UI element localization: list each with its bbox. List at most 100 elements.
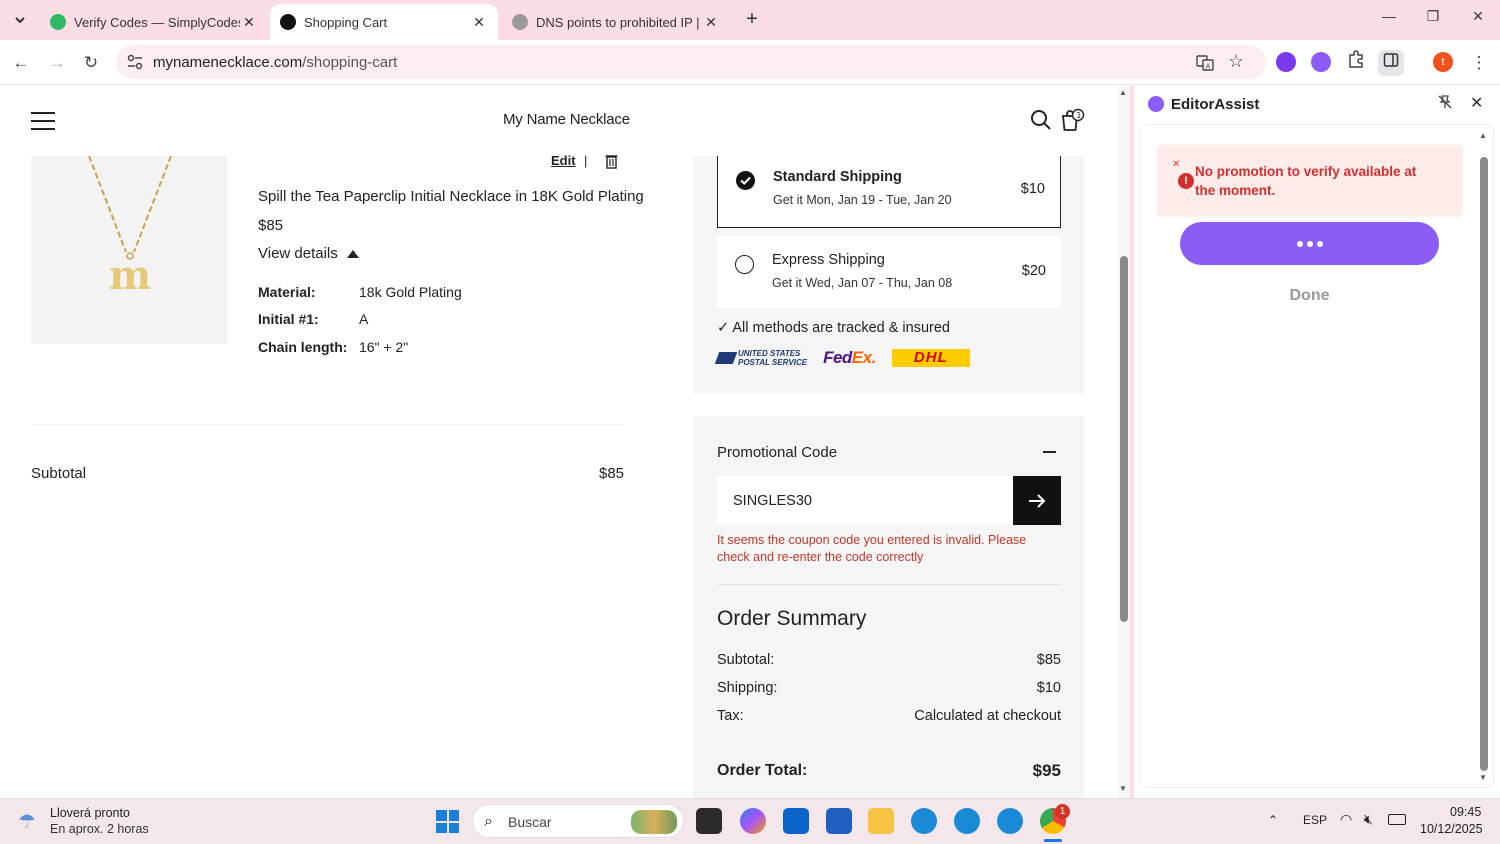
battery-icon[interactable] xyxy=(1388,814,1406,825)
done-button[interactable]: Done xyxy=(1180,287,1439,305)
hamburger-menu-icon[interactable] xyxy=(31,112,55,130)
close-tab-icon[interactable]: ✕ xyxy=(470,14,488,31)
search-icon[interactable] xyxy=(1030,109,1052,131)
close-window-icon[interactable]: ✕ xyxy=(1463,8,1493,25)
editorassist-logo-icon xyxy=(1148,96,1164,112)
loading-dot-icon xyxy=(1296,240,1303,247)
tracked-insured-note: ✓ All methods are tracked & insured xyxy=(717,320,950,336)
editorassist-extension-icon[interactable] xyxy=(1311,52,1331,72)
shipping-price: $20 xyxy=(1021,263,1046,279)
clock-date[interactable]: 10/12/2025 xyxy=(1420,822,1483,836)
svg-text:A: A xyxy=(1206,63,1211,71)
bookmark-star-icon[interactable]: ☆ xyxy=(1228,51,1244,72)
forward-arrow-icon[interactable]: → xyxy=(44,50,70,76)
rain-cloud-icon[interactable]: ☂ xyxy=(18,809,36,834)
promo-error-message: It seems the coupon code you entered is … xyxy=(717,533,1027,564)
usps-eagle-icon xyxy=(714,352,738,364)
edge-icon[interactable] xyxy=(997,808,1023,834)
order-total-value: $95 xyxy=(1032,761,1061,780)
speaker-muted-icon[interactable]: 🔇︎ xyxy=(1364,811,1373,828)
dhl-logo: DHL xyxy=(891,349,970,367)
clock-time[interactable]: 09:45 xyxy=(1450,805,1481,819)
shipping-name: Express Shipping xyxy=(772,252,885,268)
loading-dot-icon xyxy=(1306,240,1313,247)
browser-toolbar: ← → ↻ mynamenecklace.com/shopping-cart A… xyxy=(0,40,1500,85)
reload-icon[interactable]: ↻ xyxy=(78,50,104,76)
promo-title: Promotional Code xyxy=(717,444,838,461)
microsoft-store-icon[interactable] xyxy=(826,808,852,834)
promo-code-input[interactable] xyxy=(717,476,1013,525)
taskbar-search[interactable]: ⌕ Buscar xyxy=(472,804,684,838)
separator: | xyxy=(584,153,588,168)
edge-icon[interactable] xyxy=(911,808,937,834)
weather-subtitle[interactable]: En aprox. 2 horas xyxy=(50,822,149,836)
tab-search-menu-button[interactable] xyxy=(8,8,32,32)
summary-tax-label: Tax: xyxy=(717,708,744,724)
tab-verify-codes[interactable]: Verify Codes — SimplyCodes ✕ xyxy=(40,4,268,40)
puzzle-extensions-icon[interactable] xyxy=(1343,50,1369,76)
address-bar[interactable]: mynamenecklace.com/shopping-cart A ☆ xyxy=(116,45,1266,79)
summary-subtotal-label: Subtotal: xyxy=(717,652,775,668)
minimize-window-icon[interactable]: — xyxy=(1374,8,1404,24)
globe-favicon-icon xyxy=(512,14,528,30)
close-tab-icon[interactable]: ✕ xyxy=(702,14,720,31)
outlook-icon[interactable] xyxy=(783,808,809,834)
radio-unchecked-icon[interactable] xyxy=(735,255,754,274)
shipping-price: $10 xyxy=(1020,181,1045,197)
task-view-icon[interactable] xyxy=(696,808,722,834)
windows-start-icon[interactable] xyxy=(436,810,459,833)
shipping-option-standard[interactable]: Standard Shipping Get it Mon, Jan 19 - T… xyxy=(717,156,1061,228)
unpin-icon[interactable] xyxy=(1438,95,1452,112)
restore-window-icon[interactable]: ❐ xyxy=(1418,8,1448,25)
copilot-icon[interactable] xyxy=(740,808,766,834)
site-settings-icon[interactable] xyxy=(126,53,144,71)
tab-dns-error[interactable]: DNS points to prohibited IP | gi ✕ xyxy=(502,4,730,40)
cart-subtotal-value: $85 xyxy=(599,465,625,482)
shipping-option-express[interactable]: Express Shipping Get it Wed, Jan 07 - Th… xyxy=(717,236,1061,308)
wifi-icon[interactable]: ◠ xyxy=(1340,811,1352,828)
show-hidden-icons-chevron-icon[interactable]: ⌃ xyxy=(1268,813,1278,827)
scroll-up-arrow-icon[interactable]: ▲ xyxy=(1119,88,1127,97)
collapse-minus-icon[interactable] xyxy=(1043,451,1056,453)
dismiss-toast-icon[interactable]: ✕ xyxy=(1172,159,1180,170)
edge-icon[interactable] xyxy=(954,808,980,834)
site-logo[interactable]: My Name Necklace xyxy=(503,111,630,128)
view-details-toggle[interactable]: View details xyxy=(258,245,359,262)
edit-item-link[interactable]: Edit xyxy=(551,153,576,168)
apply-code-button[interactable] xyxy=(1013,476,1061,525)
close-panel-icon[interactable]: ✕ xyxy=(1470,93,1483,113)
side-panel-toggle-icon[interactable] xyxy=(1378,50,1404,76)
input-language[interactable]: ESP xyxy=(1303,813,1327,827)
kebab-menu-icon[interactable]: ⋮ xyxy=(1466,50,1492,76)
radio-checked-icon[interactable] xyxy=(736,171,755,190)
error-toast: ✕ ! No promotion to verify available at … xyxy=(1158,145,1462,215)
browser-tab-strip: Verify Codes — SimplyCodes ✕ Shopping Ca… xyxy=(0,0,1500,40)
product-name[interactable]: Spill the Tea Paperclip Initial Necklace… xyxy=(258,188,644,205)
side-panel-scrollbar[interactable]: ▲ ▼ xyxy=(1479,131,1489,783)
caret-up-icon xyxy=(346,249,359,258)
file-explorer-icon[interactable] xyxy=(868,808,894,834)
scroll-down-arrow-icon[interactable]: ▼ xyxy=(1479,773,1487,782)
product-image[interactable]: m xyxy=(31,155,227,344)
new-tab-button[interactable]: + xyxy=(740,8,764,31)
carrier-logos: UNITED STATES POSTAL SERVICE FedEx. DHL xyxy=(714,348,970,368)
trash-icon[interactable] xyxy=(605,154,618,169)
heart-favicon-icon xyxy=(280,14,296,30)
scroll-up-arrow-icon[interactable]: ▲ xyxy=(1479,131,1487,140)
page-scrollbar[interactable]: ▲ ▼ xyxy=(1118,86,1130,798)
shopping-bag-icon[interactable]: 1 xyxy=(1060,108,1086,132)
side-panel-scrollbar-thumb[interactable] xyxy=(1480,157,1488,771)
scroll-down-arrow-icon[interactable]: ▼ xyxy=(1119,784,1127,793)
page-scrollbar-thumb[interactable] xyxy=(1120,256,1128,622)
back-arrow-icon[interactable]: ← xyxy=(8,50,34,76)
ublock-extension-icon[interactable] xyxy=(1276,52,1296,72)
spec-label-material: Material: xyxy=(258,284,316,300)
summary-tax-value: Calculated at checkout xyxy=(914,708,1061,724)
tab-shopping-cart[interactable]: Shopping Cart ✕ xyxy=(270,4,498,40)
loading-button[interactable] xyxy=(1180,222,1439,265)
taskbar-search-label: Buscar xyxy=(508,814,552,830)
profile-avatar[interactable]: t xyxy=(1433,52,1453,72)
translate-icon[interactable]: A xyxy=(1196,54,1214,76)
weather-title[interactable]: Lloverá pronto xyxy=(50,806,130,820)
close-tab-icon[interactable]: ✕ xyxy=(240,14,258,31)
